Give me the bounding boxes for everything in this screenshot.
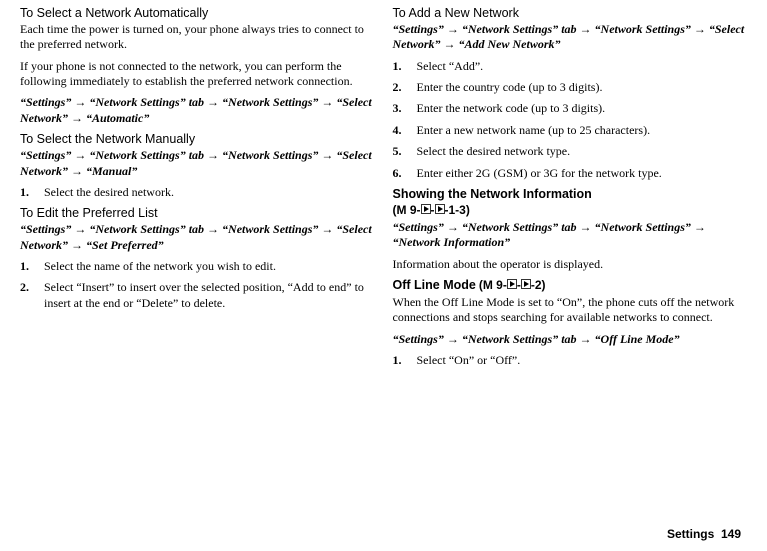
step-number: 1. [393, 59, 417, 74]
para-auto-2: If your phone is not connected to the ne… [20, 59, 375, 90]
list-item: 3.Enter the network code (up to 3 digits… [393, 101, 748, 116]
step-text: Select “Add”. [417, 59, 748, 74]
code-text: (M 9- [479, 278, 507, 292]
path-auto: “Settings” → “Network Settings” tab → “N… [20, 95, 375, 126]
right-triangle-icon [521, 278, 531, 292]
menu-code-offline: (M 9---2) [479, 278, 546, 292]
step-text: Select “On” or “Off”. [417, 353, 748, 368]
list-item: 1.Select “On” or “Off”. [393, 353, 748, 368]
list-offline: 1.Select “On” or “Off”. [393, 353, 748, 368]
para-network-info: Information about the operator is displa… [393, 257, 748, 272]
step-number: 6. [393, 166, 417, 181]
list-item: 5.Select the desired network type. [393, 144, 748, 159]
step-text: Select the desired network. [44, 185, 375, 200]
path-manual: “Settings” → “Network Settings” tab → “N… [20, 148, 375, 179]
path-edit: “Settings” → “Network Settings” tab → “N… [20, 222, 375, 253]
menu-code-network-info: (M 9---1-3) [393, 203, 470, 217]
right-triangle-icon [507, 278, 517, 292]
list-edit: 1. Select the name of the network you wi… [20, 259, 375, 311]
code-text: -1-3) [445, 203, 470, 217]
list-item: 1. Select the desired network. [20, 185, 375, 200]
step-text: Enter a new network name (up to 25 chara… [417, 123, 748, 138]
list-manual: 1. Select the desired network. [20, 185, 375, 200]
path-offline: “Settings” → “Network Settings” tab → “O… [393, 332, 748, 347]
list-item: 4.Enter a new network name (up to 25 cha… [393, 123, 748, 138]
step-number: 2. [20, 280, 44, 311]
heading-network-info: Showing the Network Information [393, 187, 748, 201]
step-text: Enter either 2G (GSM) or 3G for the netw… [417, 166, 748, 181]
path-network-info: “Settings” → “Network Settings” tab → “N… [393, 220, 748, 251]
heading-auto-select: To Select a Network Automatically [20, 6, 375, 20]
list-item: 1. Select the name of the network you wi… [20, 259, 375, 274]
footer-page-number: 149 [721, 527, 741, 541]
list-item: 1.Select “Add”. [393, 59, 748, 74]
heading-offline-row: Off Line Mode (M 9---2) [393, 278, 748, 293]
heading-edit-preferred: To Edit the Preferred List [20, 206, 375, 220]
step-text: Select the name of the network you wish … [44, 259, 375, 274]
path-add: “Settings” → “Network Settings” tab → “N… [393, 22, 748, 53]
step-number: 1. [20, 259, 44, 274]
heading-network-info-row: Showing the Network Information (M 9---1… [393, 187, 748, 218]
heading-offline: Off Line Mode [393, 278, 476, 292]
right-triangle-icon [435, 203, 445, 217]
para-offline: When the Off Line Mode is set to “On”, t… [393, 295, 748, 326]
step-text: Enter the network code (up to 3 digits). [417, 101, 748, 116]
right-triangle-icon [421, 203, 431, 217]
list-item: 6.Enter either 2G (GSM) or 3G for the ne… [393, 166, 748, 181]
step-number: 4. [393, 123, 417, 138]
heading-manual-select: To Select the Network Manually [20, 132, 375, 146]
columns: To Select a Network Automatically Each t… [20, 4, 747, 521]
list-item: 2.Enter the country code (up to 3 digits… [393, 80, 748, 95]
left-column: To Select a Network Automatically Each t… [20, 4, 375, 521]
page: To Select a Network Automatically Each t… [0, 0, 767, 551]
code-text: -2) [531, 278, 546, 292]
step-number: 1. [393, 353, 417, 368]
step-text: Enter the country code (up to 3 digits). [417, 80, 748, 95]
code-text: (M 9- [393, 203, 421, 217]
footer-section: Settings [667, 527, 714, 541]
step-number: 2. [393, 80, 417, 95]
list-item: 2. Select “Insert” to insert over the se… [20, 280, 375, 311]
page-footer: Settings 149 [20, 521, 747, 541]
step-text: Select the desired network type. [417, 144, 748, 159]
right-column: To Add a New Network “Settings” → “Netwo… [393, 4, 748, 521]
step-text: Select “Insert” to insert over the selec… [44, 280, 375, 311]
heading-add-network: To Add a New Network [393, 6, 748, 20]
para-auto-1: Each time the power is turned on, your p… [20, 22, 375, 53]
step-number: 3. [393, 101, 417, 116]
list-add: 1.Select “Add”. 2.Enter the country code… [393, 59, 748, 181]
step-number: 5. [393, 144, 417, 159]
step-number: 1. [20, 185, 44, 200]
